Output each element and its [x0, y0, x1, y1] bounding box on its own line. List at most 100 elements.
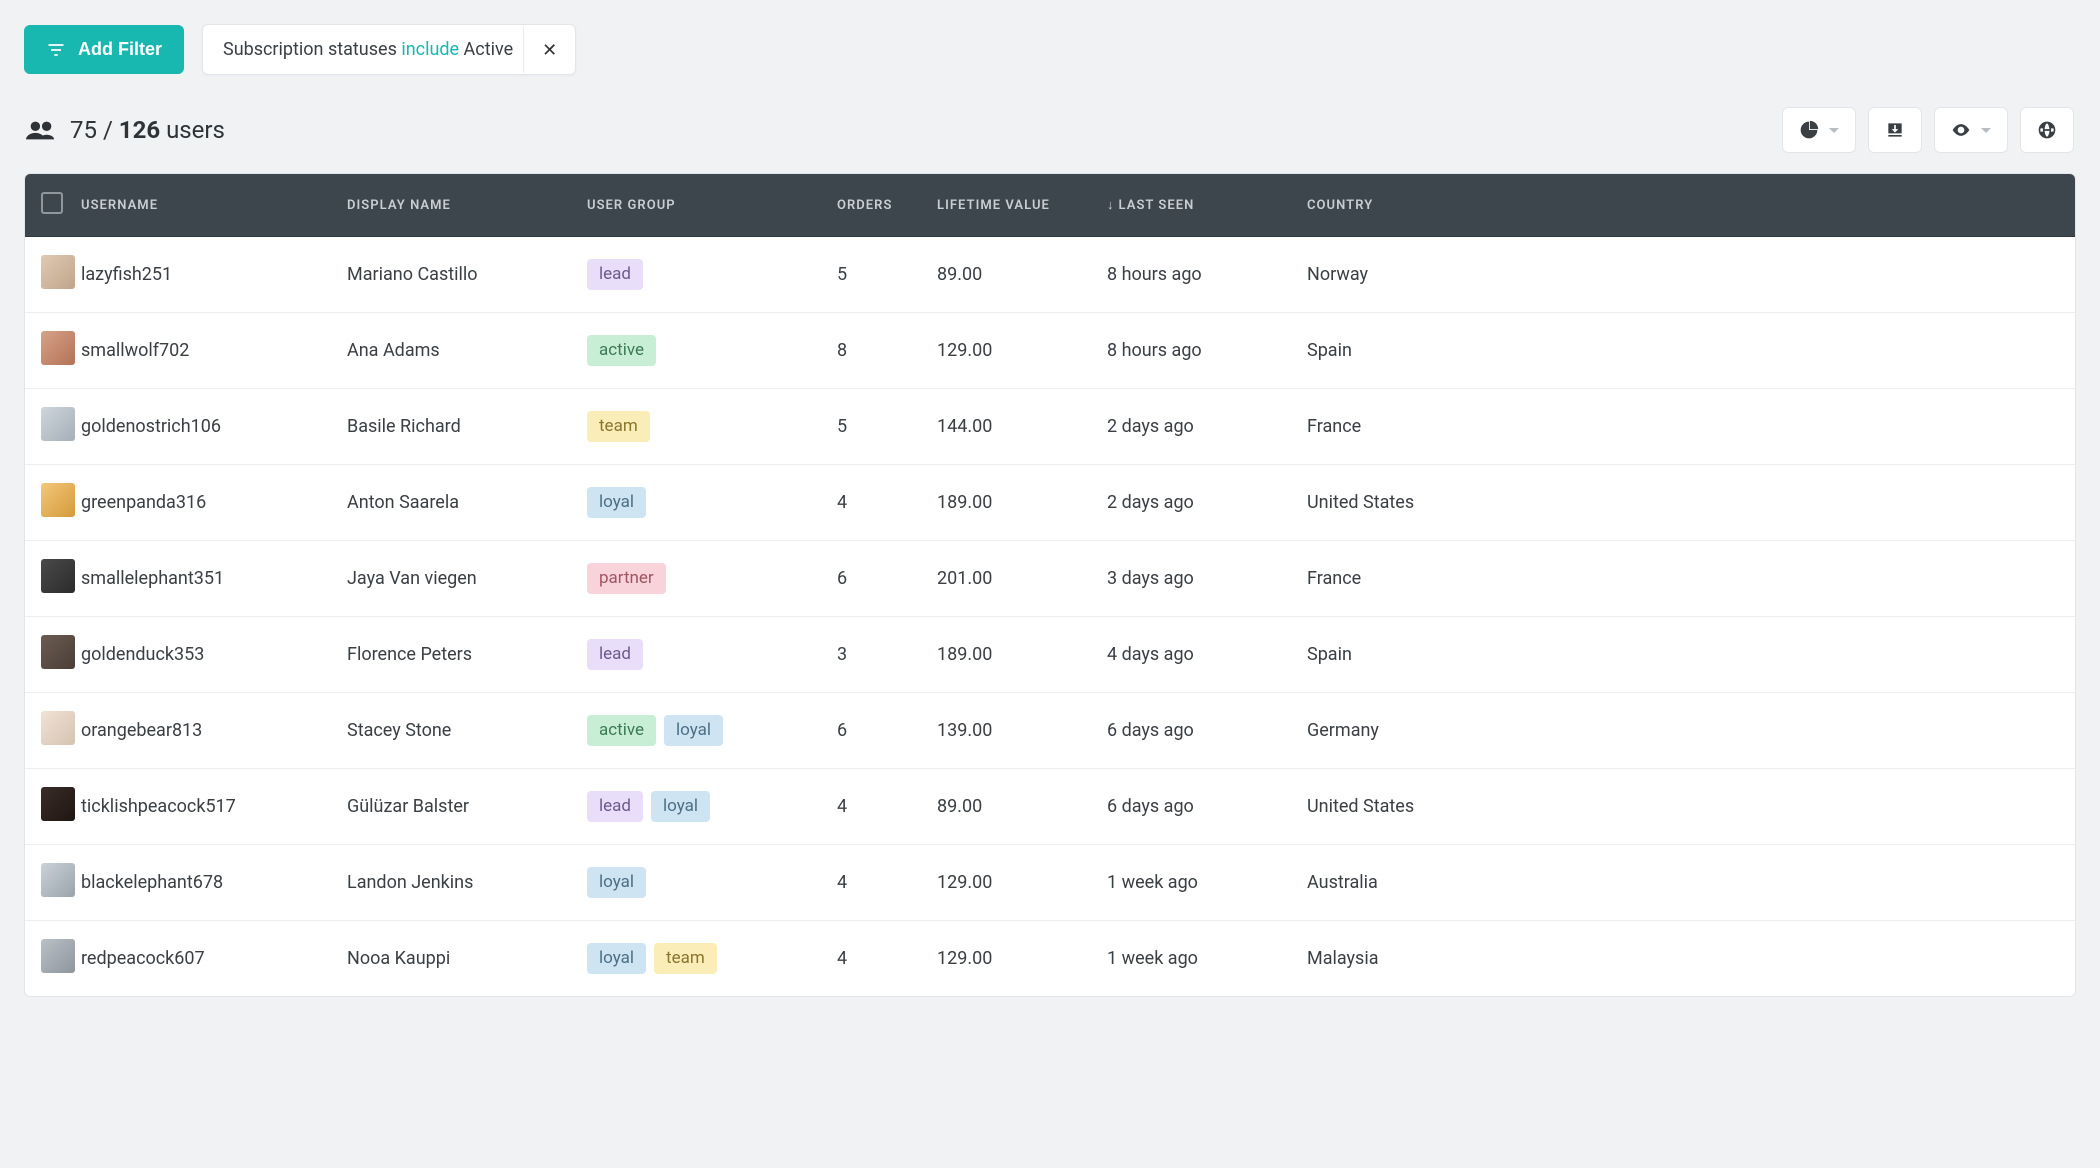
avatar [41, 255, 75, 289]
country-cell: Australia [1291, 845, 2075, 921]
user-group-cell: loyal team [571, 921, 821, 997]
orders-cell: 4 [821, 845, 921, 921]
avatar [41, 407, 75, 441]
group-tag-lead: lead [587, 791, 643, 822]
column-orders[interactable]: ORDERS [821, 174, 921, 237]
group-tag-active: active [587, 335, 656, 366]
add-filter-label: Add Filter [78, 39, 162, 60]
avatar-cell [25, 693, 81, 769]
lifetime-value-cell: 144.00 [921, 389, 1091, 465]
orders-cell: 4 [821, 465, 921, 541]
display-name-cell: Nooa Kauppi [331, 921, 571, 997]
group-tag-team: team [654, 943, 717, 974]
username-cell: blackelephant678 [81, 845, 331, 921]
remove-filter-button[interactable]: ✕ [523, 27, 575, 73]
lifetime-value-cell: 129.00 [921, 845, 1091, 921]
visibility-button[interactable] [1934, 107, 2008, 153]
column-country[interactable]: COUNTRY [1291, 174, 2075, 237]
lifetime-value-cell: 89.00 [921, 769, 1091, 845]
table-header-row: USERNAME DISPLAY NAME USER GROUP ORDERS … [25, 174, 2075, 237]
summary-row: 75 / 126 users [24, 107, 2076, 153]
display-name-cell: Stacey Stone [331, 693, 571, 769]
table-row[interactable]: ticklishpeacock517Gülüzar Balsterleadloy… [25, 769, 2075, 845]
chart-view-button[interactable] [1782, 107, 1856, 153]
display-name-cell: Basile Richard [331, 389, 571, 465]
group-tag-lead: lead [587, 639, 643, 670]
avatar-cell [25, 921, 81, 997]
group-tag-loyal: loyal [587, 943, 646, 974]
avatar-cell [25, 617, 81, 693]
select-all-header[interactable] [25, 174, 81, 237]
orders-cell: 6 [821, 693, 921, 769]
country-cell: Spain [1291, 313, 2075, 389]
group-tag-loyal: loyal [651, 791, 710, 822]
lifetime-value-cell: 201.00 [921, 541, 1091, 617]
filter-chip-text: Subscription statuses include Active [203, 25, 523, 74]
last-seen-cell: 8 hours ago [1091, 313, 1291, 389]
country-cell: United States [1291, 465, 2075, 541]
table-row[interactable]: smallelephant351Jaya Van viegenpartner62… [25, 541, 2075, 617]
chevron-down-icon [1981, 128, 1991, 133]
display-name-cell: Anton Saarela [331, 465, 571, 541]
globe-icon [2037, 120, 2057, 140]
table-row[interactable]: lazyfish251Mariano Castillolead589.008 h… [25, 237, 2075, 313]
toolbar-actions [1782, 107, 2074, 153]
username-cell: goldenduck353 [81, 617, 331, 693]
pie-chart-icon [1799, 120, 1819, 140]
avatar-cell [25, 465, 81, 541]
last-seen-cell: 2 days ago [1091, 465, 1291, 541]
checkbox-icon[interactable] [41, 192, 63, 214]
avatar-cell [25, 389, 81, 465]
table-row[interactable]: orangebear813Stacey Stoneactiveloyal6139… [25, 693, 2075, 769]
avatar-cell [25, 769, 81, 845]
orders-cell: 5 [821, 237, 921, 313]
user-group-cell: lead loyal [571, 769, 821, 845]
filter-icon [46, 40, 66, 60]
orders-cell: 4 [821, 769, 921, 845]
table-row[interactable]: goldenduck353Florence Peterslead3189.004… [25, 617, 2075, 693]
table-row[interactable]: greenpanda316Anton Saarelaloyal4189.002 … [25, 465, 2075, 541]
country-cell: France [1291, 541, 2075, 617]
group-tag-loyal: loyal [587, 487, 646, 518]
table-row[interactable]: goldenostrich106Basile Richardteam5144.0… [25, 389, 2075, 465]
avatar-cell [25, 237, 81, 313]
column-username[interactable]: USERNAME [81, 174, 331, 237]
globe-button[interactable] [2020, 107, 2074, 153]
export-button[interactable] [1868, 107, 1922, 153]
last-seen-cell: 6 days ago [1091, 693, 1291, 769]
display-name-cell: Jaya Van viegen [331, 541, 571, 617]
user-group-cell: lead [571, 237, 821, 313]
lifetime-value-cell: 139.00 [921, 693, 1091, 769]
avatar [41, 863, 75, 897]
group-tag-active: active [587, 715, 656, 746]
avatar-cell [25, 541, 81, 617]
username-cell: goldenostrich106 [81, 389, 331, 465]
lifetime-value-cell: 189.00 [921, 617, 1091, 693]
avatar [41, 331, 75, 365]
add-filter-button[interactable]: Add Filter [24, 25, 184, 74]
orders-cell: 8 [821, 313, 921, 389]
username-cell: smallelephant351 [81, 541, 331, 617]
active-filter-chip[interactable]: Subscription statuses include Active ✕ [202, 24, 576, 75]
table-row[interactable]: smallwolf702Ana Adamsactive8129.008 hour… [25, 313, 2075, 389]
last-seen-cell: 3 days ago [1091, 541, 1291, 617]
sort-desc-icon: ↓ [1107, 198, 1115, 213]
last-seen-cell: 1 week ago [1091, 921, 1291, 997]
column-last-seen[interactable]: ↓LAST SEEN [1091, 174, 1291, 237]
column-lifetime-value[interactable]: LIFETIME VALUE [921, 174, 1091, 237]
column-user-group[interactable]: USER GROUP [571, 174, 821, 237]
country-cell: France [1291, 389, 2075, 465]
last-seen-cell: 1 week ago [1091, 845, 1291, 921]
export-icon [1885, 120, 1905, 140]
avatar [41, 939, 75, 973]
user-group-cell: activeloyal [571, 693, 821, 769]
user-group-cell: partner [571, 541, 821, 617]
table-row[interactable]: redpeacock607Nooa Kauppiloyalteam4129.00… [25, 921, 2075, 997]
table-row[interactable]: blackelephant678Landon Jenkinsloyal4129.… [25, 845, 2075, 921]
filter-bar: Add Filter Subscription statuses include… [24, 24, 2076, 75]
column-display-name[interactable]: DISPLAY NAME [331, 174, 571, 237]
last-seen-cell: 2 days ago [1091, 389, 1291, 465]
user-group-cell: loyal [571, 845, 821, 921]
country-cell: Malaysia [1291, 921, 2075, 997]
username-cell: redpeacock607 [81, 921, 331, 997]
